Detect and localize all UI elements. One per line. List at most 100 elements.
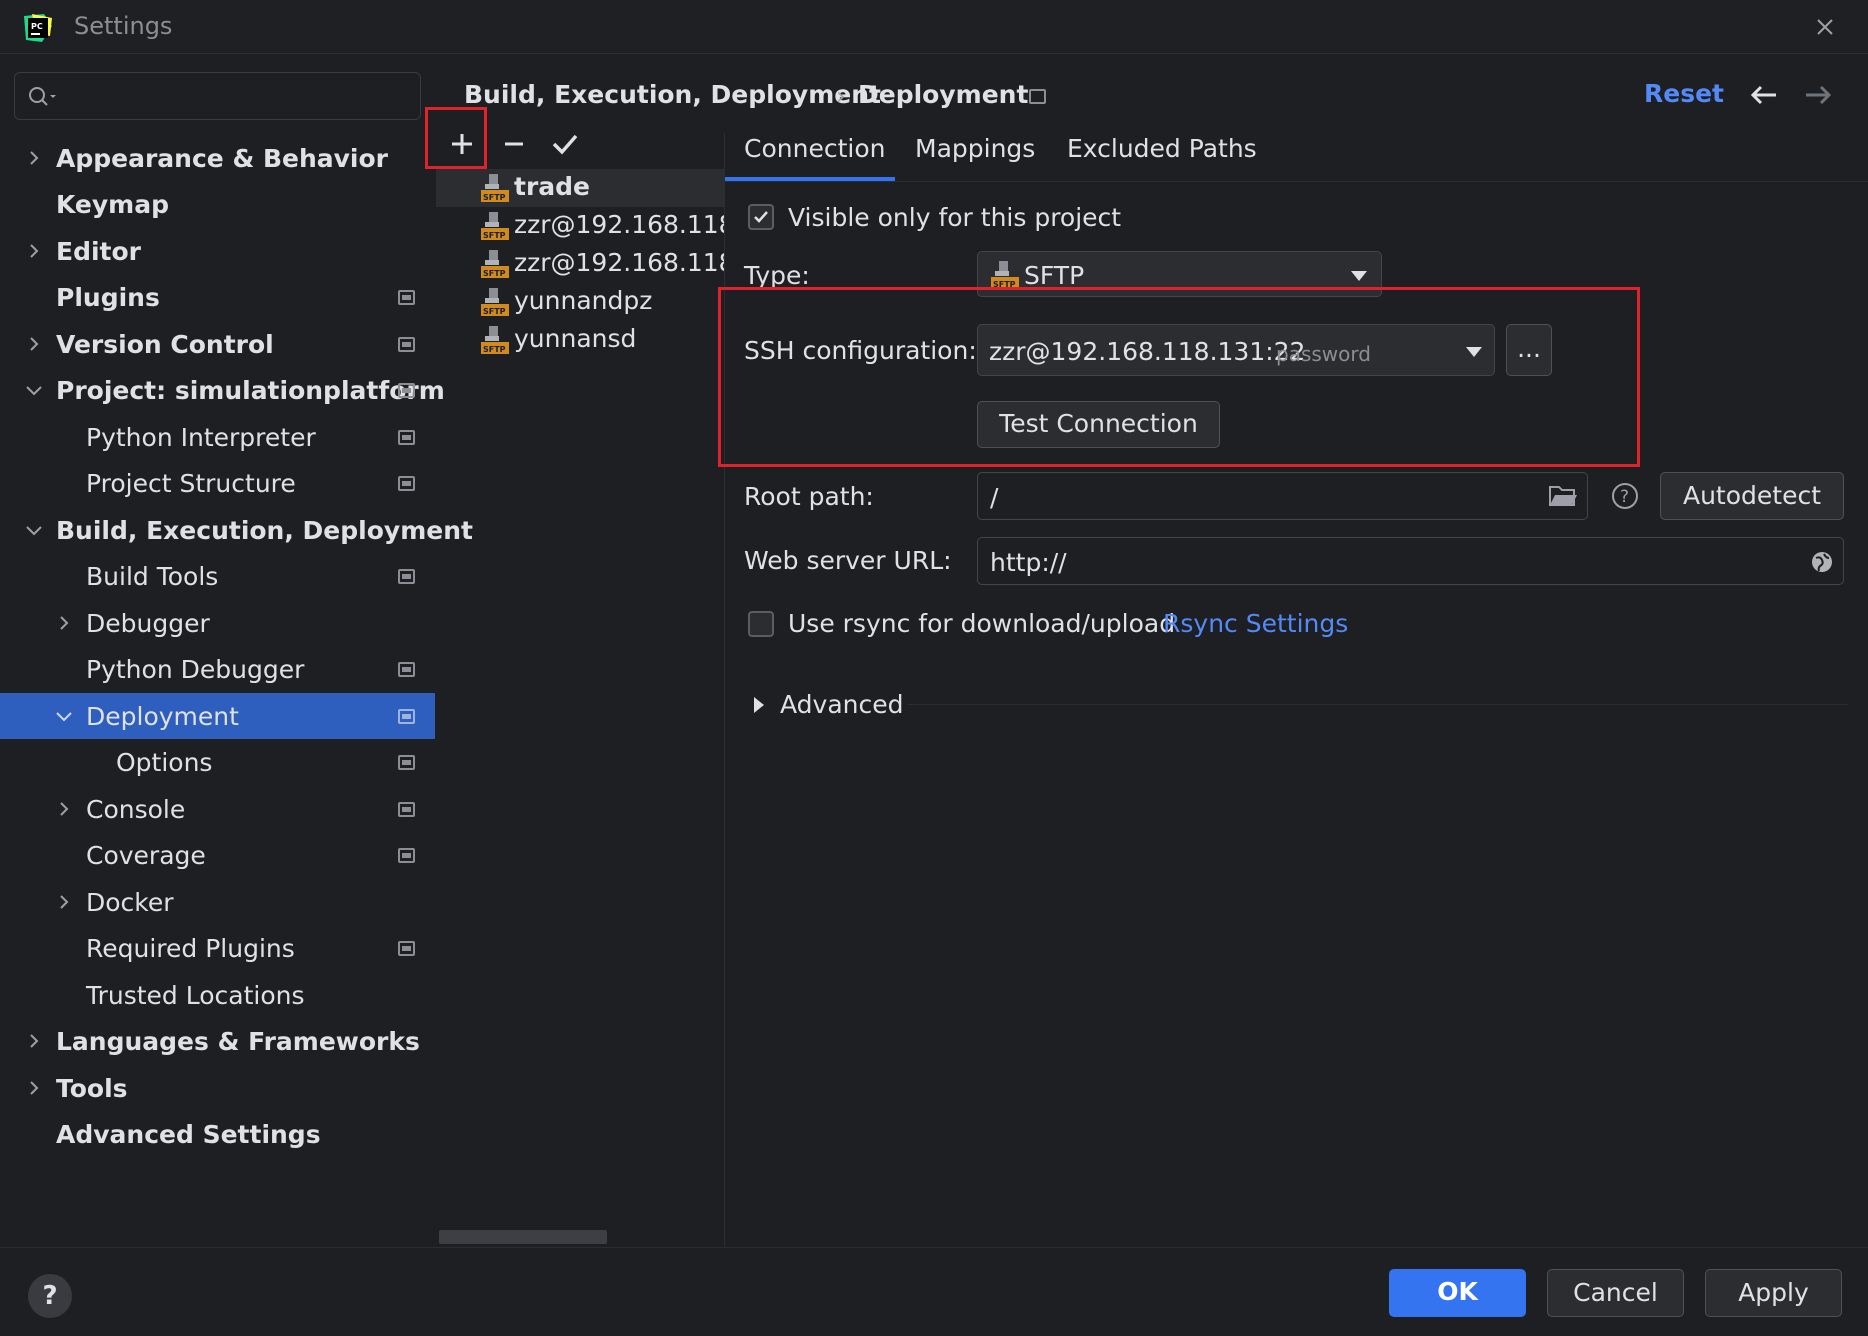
project-scope-icon [398,476,415,491]
root-path-field[interactable]: / [977,472,1588,520]
help-button[interactable]: ? [28,1274,72,1318]
reset-link[interactable]: Reset [1644,79,1724,108]
chevron-right-icon[interactable] [24,148,44,168]
ssh-config-label: SSH configuration: [744,336,977,365]
chevron-down-icon[interactable] [24,520,44,540]
project-scope-icon [398,802,415,817]
search-input[interactable] [67,81,407,111]
tab-excluded-paths[interactable]: Excluded Paths [1067,134,1257,163]
set-default-button[interactable] [543,122,587,166]
use-rsync-label: Use rsync for download/upload [788,609,1176,638]
project-scope-icon [398,569,415,584]
breadcrumb-separator: › [836,82,846,110]
sidebar-item-version-control[interactable]: Version Control [0,321,435,367]
horizontal-scrollbar[interactable] [439,1230,607,1244]
test-connection-button[interactable]: Test Connection [977,401,1220,448]
ok-button[interactable]: OK [1389,1269,1526,1317]
ssh-config-combobox[interactable]: zzr@192.168.118.131:22 password [977,324,1495,376]
web-server-url-field[interactable]: http:// [977,537,1844,585]
project-scope-icon [398,709,415,724]
sidebar-item-label: Plugins [56,283,160,312]
apply-button[interactable]: Apply [1705,1269,1842,1317]
sidebar-item-label: Debugger [86,609,210,638]
sidebar-item-project[interactable]: Project: simulationplatform [0,367,445,413]
svg-text:?: ? [1620,487,1629,507]
chevron-right-icon[interactable] [24,1078,44,1098]
sidebar-item-label: Languages & Frameworks [56,1027,420,1056]
server-list-item[interactable]: SFTP yunnansd [436,321,724,359]
back-arrow-icon[interactable] [1748,80,1780,110]
search-icon [27,85,59,109]
sidebar-item-label: Trusted Locations [86,981,305,1010]
sidebar-item-trusted-locations[interactable]: Trusted Locations [0,972,435,1018]
chevron-right-icon[interactable] [752,697,766,713]
rsync-settings-link[interactable]: Rsync Settings [1163,609,1348,638]
chevron-right-icon[interactable] [24,334,44,354]
remove-server-button[interactable] [492,122,536,166]
sidebar-item-required-plugins[interactable]: Required Plugins [0,925,435,971]
help-icon[interactable]: ? [1610,481,1640,511]
sidebar-item-console[interactable]: Console [0,786,435,832]
sftp-icon: SFTP [480,325,510,355]
sidebar-item-editor[interactable]: Editor [0,228,435,274]
chevron-right-icon[interactable] [54,799,74,819]
project-scope-icon [1029,89,1046,104]
chevron-down-icon[interactable] [54,706,74,726]
sidebar-item-debugger[interactable]: Debugger [0,600,435,646]
server-list-item[interactable]: SFTP trade [436,169,724,207]
sidebar-item-appearance[interactable]: Appearance & Behavior [0,135,435,181]
ssh-browse-button[interactable]: ... [1506,324,1552,376]
sidebar-item-python-interpreter[interactable]: Python Interpreter [0,414,435,460]
breadcrumb-parent[interactable]: Build, Execution, Deployment [464,80,881,109]
sidebar-item-coverage[interactable]: Coverage [0,832,435,878]
advanced-section-toggle[interactable]: Advanced [780,690,904,719]
sidebar-item-tools[interactable]: Tools [0,1065,435,1111]
svg-text:PC: PC [31,22,43,31]
server-list-item[interactable]: SFTP zzr@192.168.118.131:22 [436,207,724,245]
sidebar-item-python-debugger[interactable]: Python Debugger [0,646,435,692]
tab-connection[interactable]: Connection [744,134,885,163]
sidebar-item-label: Deployment [86,702,239,731]
sidebar-item-label: Required Plugins [86,934,295,963]
sidebar-item-label: Project: simulationplatform [56,376,445,405]
sidebar-item-label: Build, Execution, Deployment [56,516,473,545]
server-list-item[interactable]: SFTP zzr@192.168.118.131:22 [436,245,724,283]
sftp-icon-text: SFTP [483,269,506,278]
visible-only-checkbox[interactable] [748,204,774,230]
folder-icon[interactable] [1548,483,1578,509]
sidebar-item-advanced-settings[interactable]: Advanced Settings [0,1111,435,1157]
chevron-right-icon[interactable] [24,1031,44,1051]
forward-arrow-icon[interactable] [1802,80,1834,110]
sftp-icon-text: SFTP [483,307,506,316]
sidebar-item-project-structure[interactable]: Project Structure [0,460,435,506]
advanced-separator [908,704,1848,705]
globe-icon[interactable] [1810,550,1834,574]
sidebar-item-plugins[interactable]: Plugins [0,274,435,320]
sidebar-item-keymap[interactable]: Keymap [0,181,435,227]
sidebar-item-build-tools[interactable]: Build Tools [0,553,435,599]
close-icon[interactable] [1810,12,1840,42]
chevron-right-icon[interactable] [54,892,74,912]
chevron-down-icon[interactable] [24,380,44,400]
cancel-button[interactable]: Cancel [1547,1269,1684,1317]
server-list-item[interactable]: SFTP yunnandpz [436,283,724,321]
autodetect-button[interactable]: Autodetect [1660,472,1844,520]
use-rsync-checkbox[interactable] [748,611,774,637]
settings-search[interactable] [14,72,421,120]
sidebar-item-label: Python Debugger [86,655,305,684]
sidebar-item-languages[interactable]: Languages & Frameworks [0,1018,435,1064]
web-server-url-value: http:// [990,548,1067,577]
tab-mappings[interactable]: Mappings [915,134,1035,163]
sidebar-item-docker[interactable]: Docker [0,879,435,925]
server-name: zzr@192.168.118.131:22 [514,248,724,277]
ssh-auth-hint: password [1276,342,1371,366]
sidebar-item-label: Options [116,748,213,777]
project-scope-icon [398,383,415,398]
sidebar-item-label: Appearance & Behavior [56,144,388,173]
chevron-right-icon[interactable] [54,613,74,633]
sidebar-item-build-execution[interactable]: Build, Execution, Deployment [0,507,473,553]
sidebar-item-options[interactable]: Options [0,739,435,785]
sidebar-item-deployment[interactable]: Deployment [0,693,435,739]
chevron-right-icon[interactable] [24,241,44,261]
server-name: trade [514,172,591,201]
